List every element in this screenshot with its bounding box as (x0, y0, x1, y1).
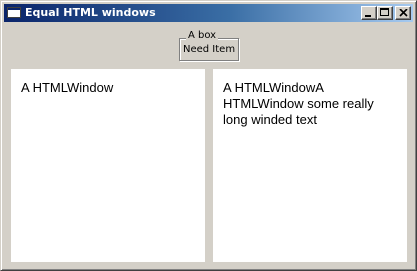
html-window-left-text: A HTMLWindow (21, 80, 114, 95)
title-bar[interactable]: Equal HTML windows (4, 4, 413, 22)
window-title: Equal HTML windows (25, 6, 156, 19)
html-window-left[interactable]: A HTMLWindow (11, 69, 205, 262)
maximize-button[interactable] (377, 6, 393, 20)
minimize-button[interactable] (361, 6, 377, 20)
group-box-item: Need Item (183, 44, 236, 55)
close-icon (399, 9, 408, 17)
close-button[interactable] (395, 6, 411, 20)
html-window-right-text: A HTMLWindowA HTMLWindow some really lon… (223, 80, 374, 127)
window-icon[interactable] (7, 7, 21, 18)
html-window-right[interactable]: A HTMLWindowA HTMLWindow some really lon… (213, 69, 407, 262)
group-box-label: A box (186, 30, 219, 42)
application-window: Equal HTML windows A box Need Item A HTM… (0, 0, 417, 271)
